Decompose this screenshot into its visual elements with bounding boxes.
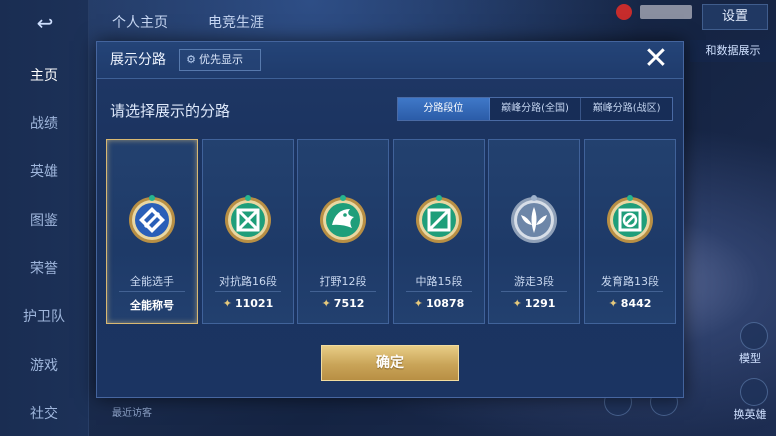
tab-esports[interactable]: 电竞生涯 (208, 12, 264, 32)
clash-lane-emblem-icon (225, 195, 271, 243)
priority-display-label: 优先显示 (199, 53, 243, 66)
lane-card-name: 对抗路16段 (219, 275, 277, 288)
card-divider (501, 291, 567, 292)
confirm-button[interactable]: 确定 (321, 345, 459, 381)
sidebar-item-honor[interactable]: 荣誉 (0, 258, 88, 278)
all-round-emblem-icon (129, 195, 175, 243)
rank-points-icon: ✦ (222, 297, 232, 310)
tab-peak-region[interactable]: 巅峰分路(战区) (581, 98, 673, 120)
back-button[interactable]: ↩ (24, 12, 66, 34)
sidebar-item-heroes[interactable]: 英雄 (0, 161, 88, 181)
lane-card-name: 全能选手 (130, 275, 174, 288)
sidebar-item-social[interactable]: 社交 (0, 403, 88, 423)
card-divider (119, 291, 185, 292)
model-label: 模型 (739, 352, 761, 365)
card-divider (215, 291, 281, 292)
tab-peak-national[interactable]: 巅峰分路(全国) (489, 98, 582, 120)
lane-card-value: ✦ 11021 (203, 297, 293, 310)
lane-card-name: 发育路13段 (601, 275, 659, 288)
close-icon: ✕ (643, 41, 669, 76)
settings-button[interactable]: 设置 (702, 4, 768, 30)
lane-display-dialog: 展示分路 ⚙ 优先显示 ✕ 请选择展示的分路 分路段位 巅峰分路(全国) 巅峰分路… (96, 41, 684, 398)
close-button[interactable]: ✕ (641, 44, 671, 74)
lane-tabs: 分路段位 巅峰分路(全国) 巅峰分路(战区) (397, 97, 673, 121)
dialog-header: 展示分路 ⚙ 优先显示 ✕ (97, 42, 683, 79)
sidebar: ↩ 主页 战绩 英雄 图鉴 荣誉 护卫队 游戏 社交 (0, 0, 89, 436)
lane-card-name: 游走3段 (514, 275, 554, 288)
change-hero-icon[interactable] (740, 378, 768, 406)
tab-profile[interactable]: 个人主页 (112, 12, 168, 32)
dialog-title: 展示分路 (110, 52, 166, 68)
lane-card-clash[interactable]: 对抗路16段 ✦ 11021 (202, 139, 294, 324)
lane-card-name: 打野12段 (319, 275, 367, 288)
priority-display-button[interactable]: ⚙ 优先显示 (179, 49, 261, 71)
jungle-emblem-icon (320, 195, 366, 243)
dialog-subtitle: 请选择展示的分路 (110, 102, 231, 120)
rank-points-icon: ✦ (608, 297, 618, 310)
all-round-title: 全能称号 (130, 299, 174, 312)
rank-points-icon: ✦ (413, 297, 423, 310)
status-tag (640, 5, 692, 19)
roam-emblem-icon (511, 195, 557, 243)
sidebar-item-record[interactable]: 战绩 (0, 113, 88, 133)
sidebar-item-home[interactable]: 主页 (0, 65, 88, 85)
lane-card-value: ✦ 8442 (585, 297, 675, 310)
lane-card-jungle[interactable]: 打野12段 ✦ 7512 (297, 139, 389, 324)
tab-lane-rank[interactable]: 分路段位 (398, 98, 490, 120)
sidebar-item-codex[interactable]: 图鉴 (0, 210, 88, 230)
rank-points: 1291 (524, 297, 556, 310)
lane-card-mid[interactable]: 中路15段 ✦ 10878 (393, 139, 485, 324)
lane-card-value: ✦ 1291 (489, 297, 579, 310)
lane-card-value: ✦ 10878 (394, 297, 484, 310)
rank-points: 10878 (425, 297, 465, 310)
lane-card-name: 中路15段 (415, 275, 463, 288)
gear-icon: ⚙ (186, 53, 196, 66)
back-arrow-icon: ↩ (36, 11, 54, 35)
rank-points: 8442 (620, 297, 652, 310)
card-divider (406, 291, 472, 292)
card-divider (597, 291, 663, 292)
lane-card-value: 全能称号 (107, 297, 197, 313)
lane-card-value: ✦ 7512 (298, 297, 388, 310)
lane-card-all-round[interactable]: 全能选手 全能称号 (106, 139, 198, 324)
lane-card-farm[interactable]: 发育路13段 ✦ 8442 (584, 139, 676, 324)
mid-lane-emblem-icon (416, 195, 462, 243)
recent-visitors-label: 最近访客 (112, 408, 152, 419)
rank-points: 7512 (333, 297, 365, 310)
notification-badge (616, 4, 632, 20)
rank-points-icon: ✦ (321, 297, 331, 310)
rank-points: 11021 (234, 297, 274, 310)
card-divider (310, 291, 376, 292)
change-hero-label: 换英雄 (733, 408, 767, 421)
sidebar-item-games[interactable]: 游戏 (0, 355, 88, 375)
rank-points-icon: ✦ (512, 297, 522, 310)
sidebar-item-guard[interactable]: 护卫队 (0, 306, 88, 326)
data-display-peek: 和数据展示 (690, 40, 776, 62)
model-icon[interactable] (740, 322, 768, 350)
farm-lane-emblem-icon (607, 195, 653, 243)
lane-card-roam[interactable]: 游走3段 ✦ 1291 (488, 139, 580, 324)
